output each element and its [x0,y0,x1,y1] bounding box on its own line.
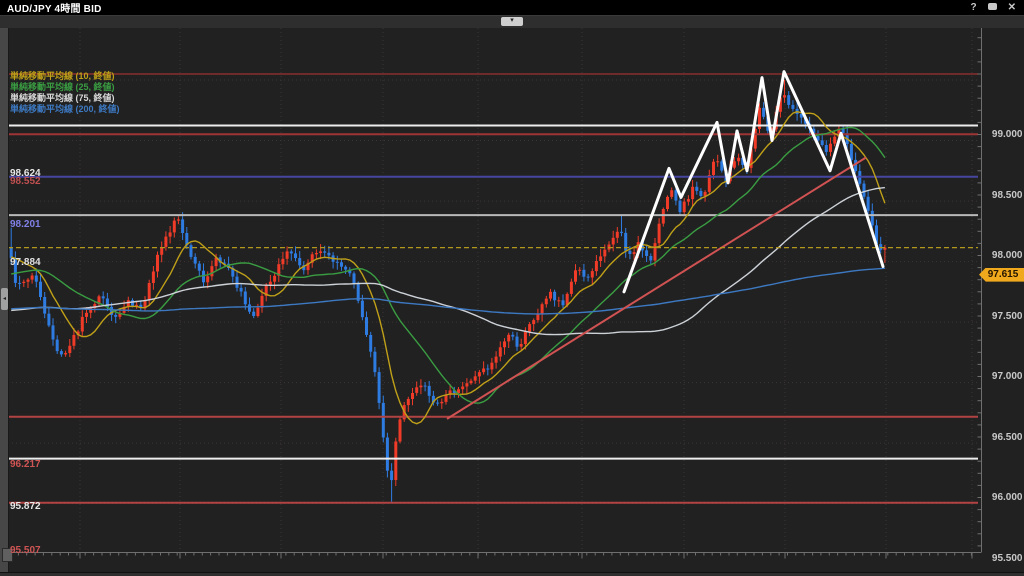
left-panel-frame: ◂ [0,28,9,573]
chart-area[interactable]: ◂ 97.615 98.62498.55298.20197.88496.2179… [0,28,1024,576]
grid [8,28,978,552]
candles [10,80,887,502]
toolbar-collapse-button[interactable]: ▾ [501,17,523,26]
panel-collapse-handle[interactable]: ◂ [1,288,8,310]
close-icon[interactable]: ✕ [1008,0,1016,15]
y-axis[interactable] [978,28,982,552]
sma-10-line [11,112,885,424]
zigzag-annotation[interactable] [624,72,883,292]
window-bottom-border [0,572,1024,576]
help-icon[interactable]: ? [971,0,977,15]
chart-window: AUD/JPY 4時間 BID ? ✕ ▾ ◂ 97.615 98.62498.… [0,0,1024,576]
scroll-left-button[interactable] [2,548,13,562]
sma-25-line [11,127,885,403]
window-title: AUD/JPY 4時間 BID [0,0,102,15]
maximize-icon[interactable] [988,0,997,15]
price-chart-canvas[interactable] [0,28,1024,576]
trend-line[interactable] [447,158,866,419]
x-axis[interactable] [8,553,982,559]
toolbar-strip: ▾ [0,15,1024,29]
titlebar[interactable]: AUD/JPY 4時間 BID ? ✕ [0,0,1024,15]
window-controls: ? ✕ [971,0,1024,15]
